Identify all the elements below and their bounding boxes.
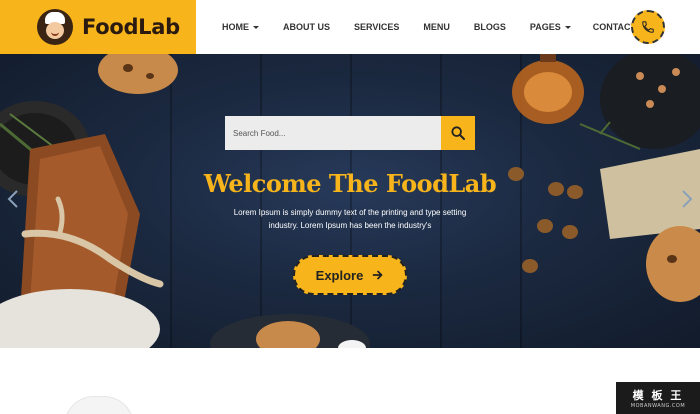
caret-down-icon — [253, 25, 259, 29]
page: FoodLab HOME ABOUT US SERVICES MENU BLOG… — [0, 0, 700, 414]
phone-button[interactable] — [631, 10, 665, 44]
nav-item-menu[interactable]: MENU — [423, 22, 450, 32]
nav-label: MENU — [423, 22, 450, 32]
nav-label: HOME — [222, 22, 249, 32]
nav-item-services[interactable]: SERVICES — [354, 22, 399, 32]
nav-label: BLOGS — [473, 22, 506, 32]
chevron-left-icon[interactable] — [6, 189, 20, 209]
nav-label: PAGES — [529, 22, 561, 32]
nav-label: SERVICES — [354, 22, 400, 32]
nav-item-pages[interactable]: PAGES — [530, 22, 571, 32]
explore-label: Explore — [315, 267, 364, 283]
search-icon — [451, 126, 465, 140]
watermark-logo: 模 板 王 MOBANWANG.COM — [616, 382, 700, 414]
search-bar — [225, 116, 475, 150]
arrow-right-icon — [372, 270, 383, 280]
nav-item-about[interactable]: ABOUT US — [283, 22, 330, 32]
watermark-text: 模 板 王 — [632, 389, 684, 402]
food-background-image — [0, 54, 700, 348]
nav-item-blogs[interactable]: BLOGS — [474, 22, 506, 32]
caret-down-icon — [564, 25, 571, 29]
hero-banner: Welcome The FoodLab Lorem Ipsum is simpl… — [0, 54, 700, 348]
header: FoodLab HOME ABOUT US SERVICES MENU BLOG… — [0, 0, 700, 54]
search-input[interactable] — [225, 116, 441, 150]
chef-logo-icon — [37, 9, 73, 45]
nav-item-home[interactable]: HOME — [222, 22, 259, 32]
hero-description-line: Lorem Ipsum is simply dummy text of the … — [233, 208, 467, 217]
hero-description: Lorem Ipsum is simply dummy text of the … — [215, 206, 485, 232]
nav-label: ABOUT US — [283, 22, 330, 32]
brand-name: FoodLab — [82, 15, 180, 39]
main-nav: HOME ABOUT US SERVICES MENU BLOGS PAGES … — [222, 0, 642, 54]
search-button[interactable] — [441, 116, 475, 150]
hero-title: Welcome The FoodLab — [203, 169, 497, 198]
phone-icon — [642, 21, 654, 33]
hero-description-line: industry. Lorem Ipsum has been the indus… — [268, 221, 432, 230]
brand-logo[interactable]: FoodLab — [0, 0, 196, 54]
chevron-right-icon[interactable] — [680, 189, 694, 209]
chef-hat-image — [64, 396, 134, 414]
watermark-subtext: MOBANWANG.COM — [630, 403, 686, 409]
explore-button[interactable]: Explore — [293, 255, 407, 295]
